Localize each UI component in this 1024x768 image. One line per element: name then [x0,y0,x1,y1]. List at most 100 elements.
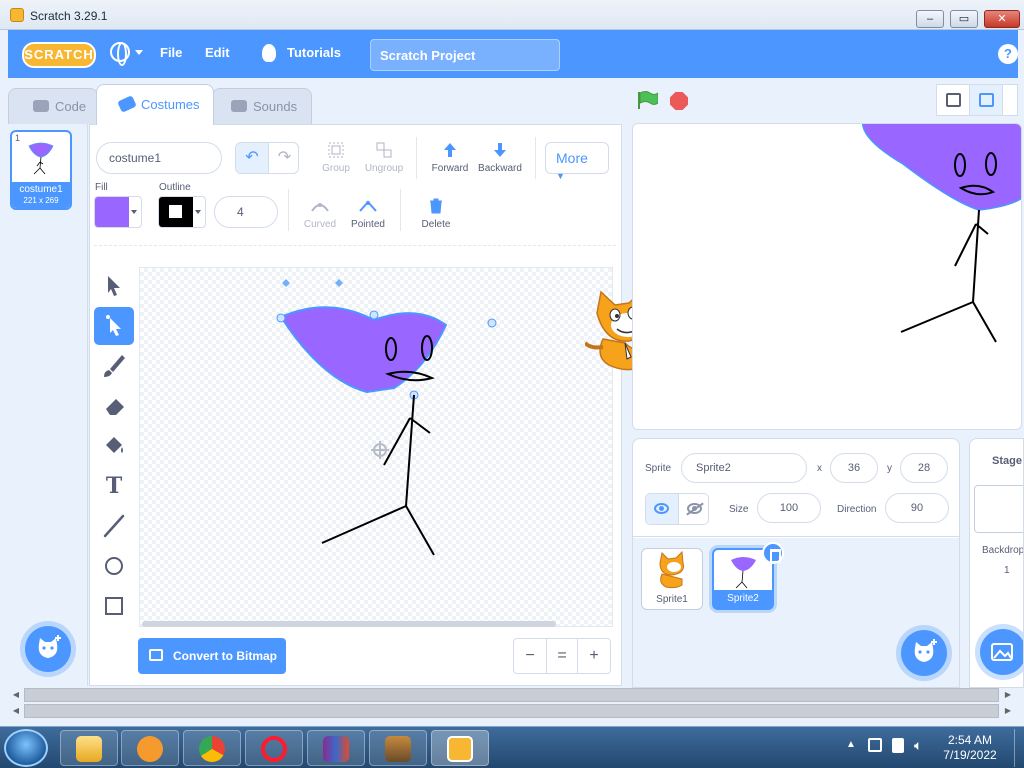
taskbar-explorer[interactable] [60,730,118,766]
ungroup-button[interactable]: Ungroup [364,141,404,174]
add-backdrop-button[interactable] [980,629,1023,675]
circle-tool[interactable] [94,547,134,585]
scroll-left-arrow-icon[interactable]: ◀ [10,688,22,702]
backdrops-label: Backdrops [982,545,1024,556]
horizontal-scrollbar[interactable] [24,688,999,702]
show-desktop-button[interactable] [1014,729,1022,767]
normal-stage-button[interactable] [969,84,1003,116]
costume-list: 1 costume1 221 x 269 [8,124,88,686]
redo-icon[interactable]: ↷ [268,143,298,173]
control-point[interactable] [487,318,497,328]
fill-color-picker[interactable] [94,196,142,228]
sprite-name-input[interactable]: Sprite2 [681,453,807,483]
select-tool[interactable] [94,267,134,305]
taskbar-clock[interactable]: 2:54 AM 7/19/2022 [930,733,1010,763]
forward-button[interactable]: Forward [430,141,470,174]
reshape-tool[interactable] [94,307,134,345]
outline-width-input[interactable]: 4 [214,196,278,228]
size-label: Size [729,504,749,515]
control-point[interactable] [369,310,379,320]
trash-icon [430,198,442,214]
start-button[interactable] [4,729,48,767]
action-center-flag-icon[interactable] [892,738,904,753]
stage-canvas[interactable] [632,123,1022,430]
taskbar-media-player[interactable] [121,730,179,766]
small-stage-button[interactable] [936,84,970,116]
eraser-tool[interactable] [94,387,134,425]
curved-button[interactable]: Curved [300,197,340,230]
costume-tile[interactable]: 1 costume1 221 x 269 [10,130,72,210]
paint-canvas[interactable] [139,267,613,627]
group-button[interactable]: Group [320,141,352,174]
project-title-input[interactable]: Scratch Project [370,39,560,71]
stop-sign-icon[interactable] [670,92,688,110]
rectangle-icon [105,597,123,615]
eye-icon [654,503,669,514]
volume-icon[interactable]: 🔈︎ [914,737,922,754]
tab-sounds[interactable]: Sounds [212,88,312,124]
fill-tool[interactable] [94,427,134,465]
sprite-tile[interactable]: Sprite1 [641,548,703,610]
fullscreen-button[interactable] [1002,84,1018,116]
scratch-app-icon [10,8,24,22]
edit-menu[interactable]: Edit [205,45,230,60]
stage-thumbnail[interactable] [974,485,1023,533]
horizontal-scrollbar[interactable] [24,704,999,718]
text-tool[interactable]: T [94,467,134,505]
y-input[interactable]: 28 [900,453,948,483]
stage-target-pane[interactable]: Stage Backdrops 1 [969,438,1024,688]
file-menu[interactable]: File [160,45,182,60]
language-globe-icon[interactable] [110,42,130,66]
zoom-in-icon[interactable]: + [578,639,610,673]
toolbar-divider [94,245,616,246]
tutorials-menu[interactable]: Tutorials [287,45,341,60]
help-icon[interactable]: ? [998,44,1018,64]
show-hidden-icons-icon[interactable]: ▲ [846,739,856,750]
network-icon[interactable] [868,738,882,752]
delete-button[interactable]: Delete [416,197,456,230]
sprite-tile[interactable]: Sprite2 [712,542,784,610]
backward-button[interactable]: Backward [476,141,524,174]
add-sprite-button[interactable] [901,630,947,676]
close-button[interactable]: ✕ [984,10,1020,28]
scroll-right-arrow-icon[interactable]: ▶ [1002,688,1014,702]
canvas-scrollbar[interactable] [142,621,556,627]
tab-costumes[interactable]: Costumes [96,84,214,125]
undo-icon[interactable]: ↶ [236,143,268,173]
scratch-logo[interactable]: SCRATCH [22,42,96,68]
direction-input[interactable]: 90 [885,493,949,523]
costume-name-input[interactable]: costume1 [96,142,222,174]
more-button[interactable]: More ▼ [545,142,609,181]
maximize-button[interactable]: ▭ [950,10,978,28]
green-flag-icon[interactable] [636,90,658,110]
line-tool[interactable] [94,507,134,545]
size-input[interactable]: 100 [757,493,821,523]
x-input[interactable]: 36 [830,453,878,483]
zoom-out-icon[interactable]: − [514,639,546,673]
tab-costumes-label: Costumes [141,97,200,112]
taskbar-opera[interactable] [245,730,303,766]
control-point[interactable] [276,313,286,323]
taskbar-app[interactable] [369,730,427,766]
small-stage-icon [946,93,961,107]
minimize-button[interactable]: ‒ [916,10,944,28]
taskbar-chrome[interactable] [183,730,241,766]
scroll-left-arrow-icon[interactable]: ◀ [10,704,22,718]
brush-tool[interactable] [94,347,134,385]
costume-footer: costume1 221 x 269 [12,182,70,208]
taskbar-scratch[interactable] [431,730,489,766]
show-button[interactable] [646,494,678,524]
outline-color-picker[interactable] [158,196,206,228]
scroll-right-arrow-icon[interactable]: ▶ [1002,704,1014,718]
group-label: Group [322,163,350,174]
tab-code[interactable]: Code [8,88,98,124]
backward-label: Backward [478,163,522,174]
delete-sprite-icon[interactable] [762,542,784,564]
zoom-reset-icon[interactable]: = [546,639,578,673]
convert-to-bitmap-button[interactable]: Convert to Bitmap [138,638,286,674]
rectangle-tool[interactable] [94,587,134,625]
pointed-button[interactable]: Pointed [348,197,388,230]
hide-button[interactable] [678,494,708,524]
taskbar-winrar[interactable] [307,730,365,766]
add-costume-button[interactable] [25,626,71,672]
